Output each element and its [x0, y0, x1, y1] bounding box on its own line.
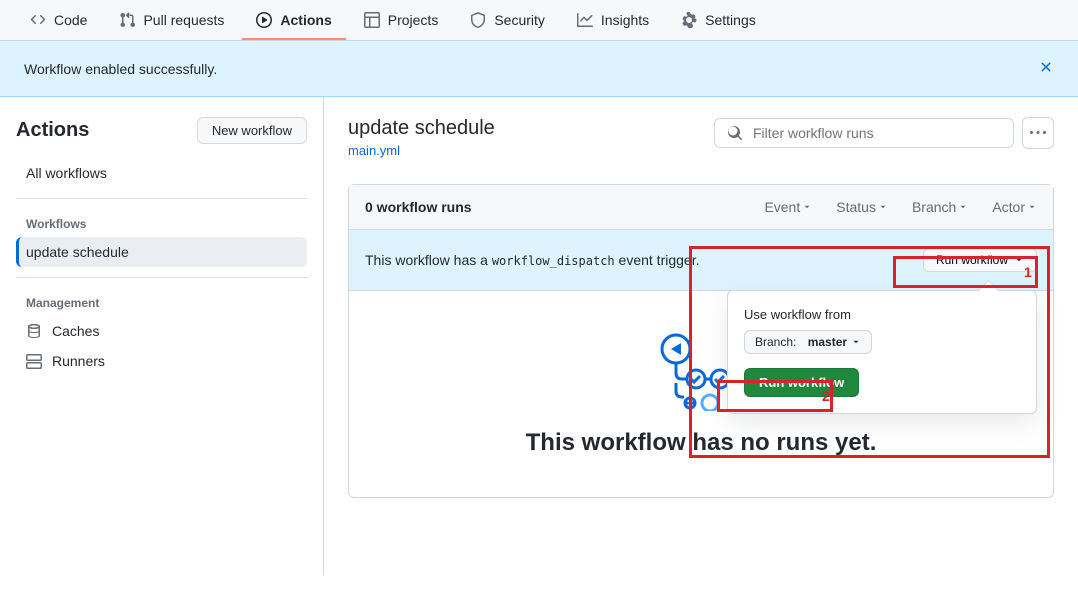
- filter-actor[interactable]: Actor: [992, 199, 1037, 215]
- tab-actions-label: Actions: [280, 12, 331, 28]
- workflow-dispatch-row: This workflow has a workflow_dispatch ev…: [349, 230, 1053, 291]
- flash-message: Workflow enabled successfully.: [24, 61, 217, 77]
- sidebar-caches[interactable]: Caches: [16, 316, 307, 346]
- annotation-number-1: 1: [1024, 264, 1032, 280]
- gear-icon: [681, 12, 697, 28]
- tab-code[interactable]: Code: [16, 0, 101, 40]
- search-icon: [727, 125, 743, 141]
- sidebar-workflows-heading: Workflows: [16, 209, 307, 237]
- tab-code-label: Code: [54, 12, 87, 28]
- filter-input[interactable]: [751, 124, 1001, 142]
- sidebar-all-workflows[interactable]: All workflows: [16, 158, 307, 188]
- tab-projects[interactable]: Projects: [350, 0, 453, 40]
- chevron-down-icon: [851, 337, 861, 347]
- empty-state-title: This workflow has no runs yet.: [369, 429, 1033, 457]
- main-content: update schedule main.yml 0 workflow runs…: [324, 97, 1078, 575]
- close-icon[interactable]: [1038, 59, 1054, 78]
- filter-input-wrap[interactable]: [714, 118, 1014, 148]
- code-icon: [30, 12, 46, 28]
- shield-icon: [470, 12, 486, 28]
- branch-select-button[interactable]: Branch: master: [744, 330, 872, 354]
- tab-insights-label: Insights: [601, 12, 649, 28]
- run-workflow-popover: Use workflow from Branch: master Run wor…: [727, 290, 1037, 414]
- tab-pulls[interactable]: Pull requests: [105, 0, 238, 40]
- filter-status[interactable]: Status: [836, 199, 888, 215]
- run-workflow-submit-button[interactable]: Run workflow: [744, 368, 859, 397]
- dispatch-text: This workflow has a workflow_dispatch ev…: [365, 252, 699, 268]
- tab-settings-label: Settings: [705, 12, 756, 28]
- sidebar-caches-label: Caches: [52, 323, 99, 339]
- play-icon: [256, 12, 272, 28]
- tab-projects-label: Projects: [388, 12, 439, 28]
- tab-actions[interactable]: Actions: [242, 0, 345, 40]
- divider: [16, 277, 307, 278]
- workflow-title: update schedule: [348, 117, 495, 140]
- main-layout: Actions New workflow All workflows Workf…: [0, 97, 1078, 575]
- filter-event[interactable]: Event: [764, 199, 812, 215]
- run-workflow-dropdown-button[interactable]: Run workflow: [923, 248, 1037, 272]
- kebab-icon: [1030, 125, 1046, 141]
- chevron-down-icon: [1014, 255, 1024, 265]
- sidebar-workflow-item[interactable]: update schedule: [16, 237, 307, 267]
- graph-icon: [577, 12, 593, 28]
- server-icon: [26, 353, 42, 369]
- filter-branch[interactable]: Branch: [912, 199, 968, 215]
- sidebar-runners-label: Runners: [52, 353, 105, 369]
- annotation-number-2: 2: [822, 388, 830, 404]
- tab-pulls-label: Pull requests: [143, 12, 224, 28]
- kebab-menu-button[interactable]: [1022, 117, 1054, 149]
- table-icon: [364, 12, 380, 28]
- sidebar-management-heading: Management: [16, 288, 307, 316]
- git-pull-request-icon: [119, 12, 135, 28]
- new-workflow-button[interactable]: New workflow: [197, 117, 307, 144]
- sidebar-runners[interactable]: Runners: [16, 346, 307, 376]
- divider: [16, 198, 307, 199]
- database-icon: [26, 323, 42, 339]
- runs-count-label: 0 workflow runs: [365, 199, 472, 215]
- flash-banner: Workflow enabled successfully.: [0, 41, 1078, 97]
- sidebar-title: Actions: [16, 119, 89, 142]
- runs-header: 0 workflow runs Event Status Branch Acto…: [349, 185, 1053, 230]
- tab-security-label: Security: [494, 12, 545, 28]
- sidebar: Actions New workflow All workflows Workf…: [0, 97, 324, 575]
- tab-insights[interactable]: Insights: [563, 0, 663, 40]
- repo-tabnav: Code Pull requests Actions Projects Secu…: [0, 0, 1078, 41]
- tab-security[interactable]: Security: [456, 0, 559, 40]
- runs-list-box: 0 workflow runs Event Status Branch Acto…: [348, 184, 1054, 498]
- tab-settings[interactable]: Settings: [667, 0, 770, 40]
- workflow-file-link[interactable]: main.yml: [348, 143, 400, 158]
- popover-use-from-label: Use workflow from: [744, 307, 1020, 322]
